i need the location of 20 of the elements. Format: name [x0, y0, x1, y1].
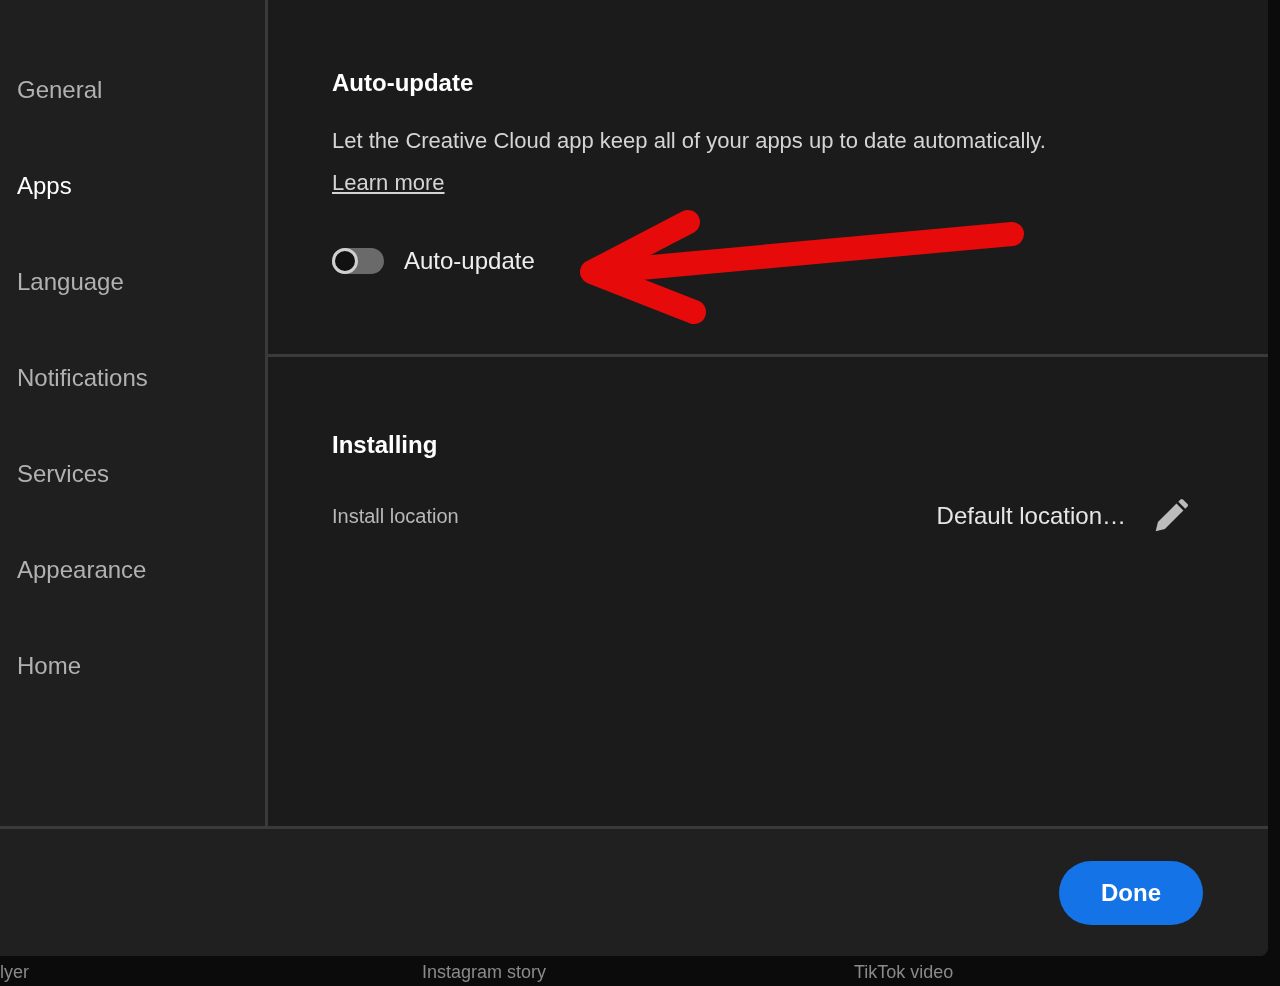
sidebar-item[interactable]: General: [17, 75, 103, 105]
sidebar-item[interactable]: Apps: [17, 171, 72, 201]
setting-value: Default location…: [936, 501, 1126, 531]
done-button[interactable]: Done: [1059, 860, 1203, 925]
sidebar-item[interactable]: Home: [17, 651, 82, 681]
toggle-label: Auto-update: [404, 246, 535, 276]
template-title: TikTok video: [854, 961, 954, 983]
template-title: lyer: [0, 961, 29, 983]
section-title: Auto-update: [332, 68, 474, 98]
section-title: Installing: [332, 430, 438, 460]
pencil-icon[interactable]: [1154, 499, 1188, 533]
sidebar-item[interactable]: Appearance: [17, 555, 147, 585]
sidebar-item[interactable]: Notifications: [17, 363, 148, 393]
sidebar-item[interactable]: Services: [17, 459, 110, 489]
template-title: Instagram story: [422, 961, 547, 983]
sidebar-item[interactable]: Language: [17, 267, 124, 297]
setting-label: Install location: [332, 504, 459, 529]
toggle-switch[interactable]: [332, 248, 384, 274]
description: Let the Creative Cloud app keep all of your apps up to date automatically.: [332, 127, 1046, 155]
learn-more-link[interactable]: Learn more: [332, 168, 445, 198]
